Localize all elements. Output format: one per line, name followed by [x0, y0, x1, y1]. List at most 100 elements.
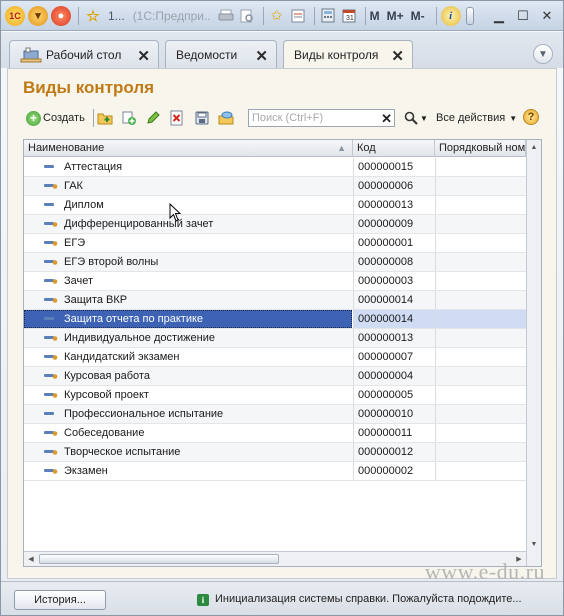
print-icon[interactable] — [217, 7, 235, 25]
item-icon — [44, 165, 54, 168]
stop-icon[interactable]: ● — [51, 5, 71, 26]
table-row[interactable]: Экзамен 000000002 — [24, 462, 526, 481]
edit-button[interactable] — [145, 109, 161, 127]
search-field[interactable]: ✕ — [248, 109, 395, 127]
item-marked-icon — [44, 279, 58, 284]
cell-order-number — [435, 215, 526, 233]
table-row[interactable]: Курсовая работа 000000004 — [24, 367, 526, 386]
close-window-icon[interactable]: ✕ — [537, 7, 557, 25]
table-row[interactable]: Зачет 000000003 — [24, 272, 526, 291]
cell-code: 000000008 — [353, 253, 435, 271]
tab-vedomosti[interactable]: Ведомости ✕ — [165, 40, 277, 68]
cell-order-number — [435, 196, 526, 214]
history-list-icon[interactable] — [289, 7, 307, 25]
cell-name: Зачет — [64, 275, 94, 287]
table-row[interactable]: ЕГЭ 000000001 — [24, 234, 526, 253]
tab-control-types[interactable]: Виды контроля ✕ — [283, 40, 413, 69]
mouse-cursor-icon — [169, 203, 182, 222]
cell-order-number — [435, 310, 526, 328]
preview-icon[interactable] — [238, 7, 256, 25]
close-tab-icon[interactable]: ✕ — [255, 47, 268, 65]
main-menu-icon[interactable]: ▾ — [28, 5, 48, 26]
list-table[interactable]: Наименование ▲ Код Порядковый ном Аттест… — [23, 139, 542, 567]
tab-label: Рабочий стол — [46, 47, 122, 62]
copy-button[interactable] — [121, 109, 137, 127]
cell-order-number — [435, 177, 526, 195]
clear-search-icon[interactable]: ✕ — [381, 111, 392, 127]
search-button[interactable]: ▼ — [404, 109, 428, 127]
column-header-name[interactable]: Наименование ▲ — [24, 140, 353, 157]
separator — [435, 6, 437, 25]
table-row[interactable]: Творческое испытание 000000012 — [24, 443, 526, 462]
info-icon[interactable]: i — [440, 5, 461, 26]
scroll-down-icon[interactable]: ▼ — [527, 537, 541, 551]
cell-code: 000000014 — [353, 310, 435, 328]
add-favorites-icon[interactable]: ✩ — [268, 7, 286, 25]
search-input[interactable] — [249, 110, 379, 126]
delete-mark-button[interactable] — [169, 109, 185, 127]
favorites-star-icon[interactable]: ☆ — [83, 6, 103, 26]
cell-code: 000000013 — [353, 196, 435, 214]
cell-name: Курсовой проект — [64, 389, 149, 401]
table-row[interactable]: ГАК 000000006 — [24, 177, 526, 196]
table-row[interactable]: Кандидатский экзамен 000000007 — [24, 348, 526, 367]
scroll-left-icon[interactable]: ◀ — [24, 552, 38, 566]
column-header-code[interactable]: Код — [353, 140, 435, 157]
memory-button[interactable]: M — [370, 9, 380, 23]
table-row[interactable]: Профессиональное испытание 000000010 — [24, 405, 526, 424]
all-actions-button[interactable]: Все действия ▼ — [436, 109, 517, 127]
search-icon — [404, 111, 418, 125]
cell-order-number — [435, 405, 526, 423]
save-button[interactable] — [194, 109, 210, 127]
tabs-menu-chevron-icon[interactable]: ▼ — [533, 44, 553, 64]
structure-button[interactable] — [218, 109, 234, 127]
tab-desktop[interactable]: Рабочий стол ✕ — [9, 40, 159, 68]
table-row[interactable]: Дифференцированный зачет 000000009 — [24, 215, 526, 234]
item-marked-icon — [44, 431, 58, 436]
table-header: Наименование ▲ Код Порядковый ном — [24, 140, 541, 157]
cell-code: 000000005 — [353, 386, 435, 404]
table-row[interactable]: Аттестация 000000015 — [24, 158, 526, 177]
table-row[interactable]: ЕГЭ второй волны 000000008 — [24, 253, 526, 272]
cell-name: Диплом — [64, 199, 104, 211]
minimize-icon[interactable]: ▁ — [489, 7, 509, 25]
item-marked-icon — [44, 184, 58, 189]
cell-order-number — [435, 386, 526, 404]
horizontal-scroll-thumb[interactable] — [39, 554, 279, 564]
cell-order-number — [435, 443, 526, 461]
scroll-up-icon[interactable]: ▲ — [527, 140, 541, 154]
memory-minus-button[interactable]: M- — [411, 9, 425, 23]
cell-name: Дифференцированный зачет — [64, 218, 214, 230]
plus-icon: + — [26, 110, 41, 126]
column-header-order[interactable]: Порядковый ном — [435, 140, 526, 157]
create-folder-button[interactable] — [97, 109, 113, 127]
close-tab-icon[interactable]: ✕ — [391, 47, 404, 65]
table-row[interactable]: Защита отчета по практике 000000014 — [24, 310, 526, 329]
chevron-down-icon: ▼ — [509, 113, 518, 123]
close-tab-icon[interactable]: ✕ — [137, 47, 150, 65]
create-button[interactable]: + Создать — [26, 109, 85, 127]
item-marked-icon — [44, 355, 58, 360]
cell-order-number — [435, 424, 526, 442]
item-icon — [44, 203, 54, 206]
table-row[interactable]: Курсовой проект 000000005 — [24, 386, 526, 405]
maximize-icon[interactable]: ☐ — [513, 7, 533, 25]
cell-order-number — [435, 367, 526, 385]
svg-text:31: 31 — [346, 15, 354, 22]
table-row[interactable]: Диплом 000000013 — [24, 196, 526, 215]
calculator-icon[interactable] — [319, 7, 337, 25]
vertical-scrollbar[interactable]: ▲ ▼ — [526, 140, 541, 566]
calendar-icon[interactable]: 31 — [340, 7, 358, 25]
copy-icon — [122, 111, 136, 125]
help-button[interactable]: ? — [523, 109, 539, 125]
table-row[interactable]: Защита ВКР 000000014 — [24, 291, 526, 310]
panel-scroll-handle[interactable] — [465, 6, 474, 25]
app-logo-icon[interactable]: 1С — [5, 5, 25, 26]
table-row[interactable]: Индивидуальное достижение 000000013 — [24, 329, 526, 348]
table-row[interactable]: Собеседование 000000011 — [24, 424, 526, 443]
history-button[interactable]: История... — [14, 590, 106, 610]
cell-order-number — [435, 329, 526, 347]
item-marked-icon — [44, 469, 58, 474]
item-marked-icon — [44, 393, 58, 398]
memory-plus-button[interactable]: M+ — [387, 9, 404, 23]
